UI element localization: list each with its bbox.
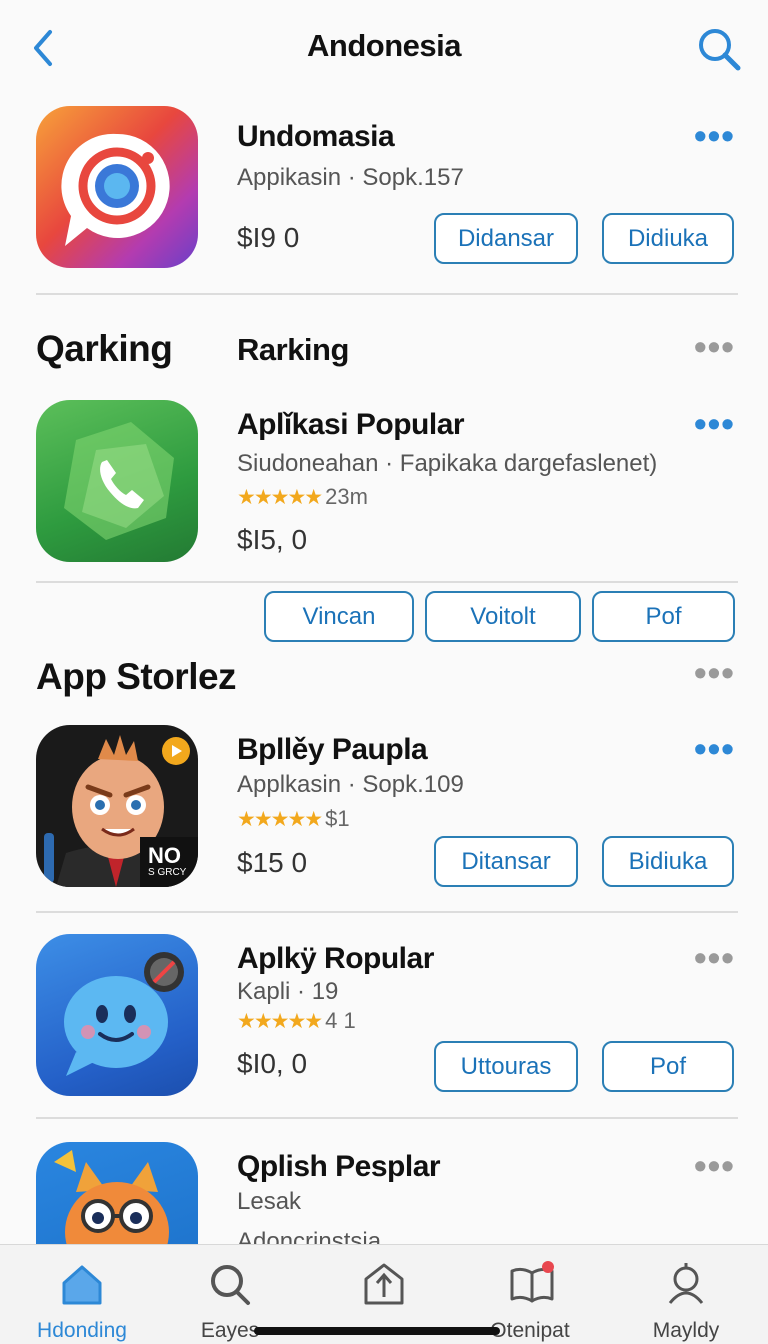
chat-bubble-app-icon[interactable]: [36, 934, 198, 1096]
filter-button-vincan[interactable]: Vincan: [264, 591, 414, 642]
app-row-bplley[interactable]: NO S GRCY Bpllěy Paupla Applkasin · Sopk…: [0, 725, 768, 911]
app-badge-text: NO: [148, 843, 181, 868]
cartoon-character-app-icon[interactable]: NO S GRCY: [36, 725, 198, 887]
app-price: $I9 0: [237, 222, 300, 253]
upload-icon: [364, 1263, 404, 1305]
download-button[interactable]: Didansar: [434, 213, 578, 264]
tab-label: Mayldy: [652, 1319, 720, 1342]
app-price: $I0, 0: [237, 1048, 308, 1079]
section-more-icon[interactable]: •••: [694, 329, 735, 365]
app-name: Bpllěy Paupla: [237, 733, 428, 766]
divider: [36, 1117, 738, 1119]
nav-header: Andonesia: [0, 0, 768, 96]
divider: [36, 293, 738, 295]
app-name: Undomasia: [237, 120, 395, 153]
app-row-qplish[interactable]: Qplish Pesplar Lesak Adoncrinstsia •••: [0, 1142, 768, 1244]
divider: [36, 911, 738, 913]
rating-count: $1: [325, 806, 350, 831]
details-button[interactable]: Pof: [602, 1041, 734, 1092]
app-subtitle: Kapli · 19: [237, 978, 339, 1005]
profile-icon: [668, 1263, 704, 1304]
home-icon: [62, 1265, 102, 1305]
app-row-undomasia[interactable]: Undomasia Appikasin · Sopk.157 $I9 0 •••…: [0, 106, 768, 296]
app-price: $I5, 0: [237, 524, 308, 555]
star-icons: ★★★★★: [237, 486, 323, 509]
fox-character-app-icon[interactable]: [36, 1142, 198, 1244]
book-icon: [510, 1261, 554, 1303]
app-name: Aplǐkasi Popular: [237, 408, 465, 441]
app-price: $15 0: [237, 847, 308, 878]
star-rating: ★★★★★ $1: [237, 806, 350, 832]
section-more-icon[interactable]: •••: [694, 655, 735, 691]
rating-count: 4 1: [325, 1008, 356, 1033]
download-button[interactable]: Uttouras: [434, 1041, 578, 1092]
app-name: Aplkÿ Ropular: [237, 942, 434, 975]
app-subtitle: Siudoneahan · Fapikaka dargefaslenet): [237, 450, 658, 477]
tab-profile[interactable]: Mayldy: [616, 1245, 756, 1344]
app-subtitle: Applkasin · Sopk.109: [237, 771, 464, 798]
section-title-rarking: Rarking: [237, 332, 349, 367]
search-icon[interactable]: [696, 26, 742, 72]
filter-button-voitolt[interactable]: Voitolt: [425, 591, 581, 642]
star-rating: ★★★★★ 4 1: [237, 1008, 356, 1034]
page-title: Andonesia: [307, 28, 461, 63]
star-rating: ★★★★★ 23m: [237, 484, 368, 510]
tab-label: Hdonding: [37, 1319, 127, 1342]
details-button[interactable]: Didiuka: [602, 213, 734, 264]
section-title-qarking: Qarking: [36, 328, 173, 369]
divider: [36, 581, 738, 583]
app-badge-subtext: S GRCY: [148, 867, 187, 878]
phone-app-icon[interactable]: [36, 400, 198, 562]
app-subtitle: Appikasin · Sopk.157: [237, 164, 464, 191]
app-row-aplky[interactable]: Aplkÿ Ropular Kapli · 19 ★★★★★ 4 1 $I0, 0…: [0, 934, 768, 1118]
more-options-icon[interactable]: •••: [694, 1148, 735, 1184]
app-subtitle: Lesak: [237, 1188, 302, 1215]
download-button[interactable]: Ditansar: [434, 836, 578, 887]
app-row-popular[interactable]: Aplǐkasi Popular Siudoneahan · Fapikaka …: [0, 400, 768, 580]
filter-button-pof[interactable]: Pof: [592, 591, 735, 642]
app-name: Qplish Pesplar: [237, 1150, 441, 1183]
star-icons: ★★★★★: [237, 808, 323, 831]
camera-chat-app-icon[interactable]: [36, 106, 198, 268]
section-title-app-storlez: App Storlez: [36, 656, 237, 697]
search-icon: [211, 1265, 250, 1305]
rating-count: 23m: [325, 484, 368, 509]
more-options-icon[interactable]: •••: [694, 406, 735, 442]
more-options-icon[interactable]: •••: [694, 940, 735, 976]
tab-home[interactable]: Hdonding: [12, 1245, 152, 1344]
star-icons: ★★★★★: [237, 1010, 323, 1033]
more-options-icon[interactable]: •••: [694, 118, 735, 154]
more-options-icon[interactable]: •••: [694, 731, 735, 767]
notification-dot: [542, 1261, 554, 1273]
details-button[interactable]: Bidiuka: [602, 836, 734, 887]
home-indicator: [254, 1327, 500, 1335]
app-subtitle-2: Adoncrinstsia: [237, 1228, 382, 1244]
